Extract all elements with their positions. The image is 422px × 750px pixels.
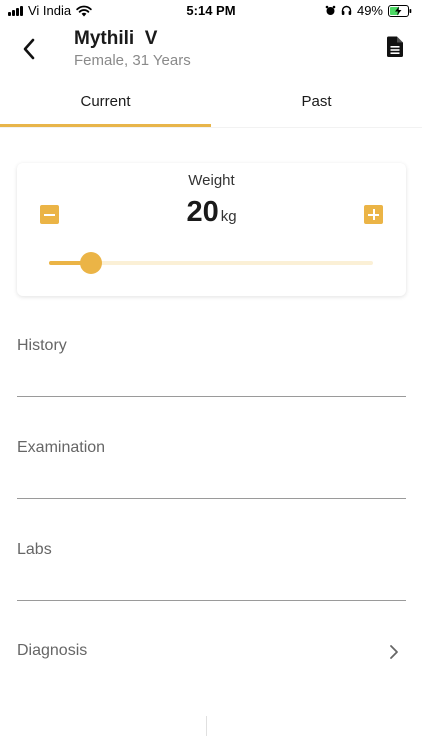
document-button[interactable] (386, 36, 408, 62)
weight-label: Weight (188, 172, 235, 189)
slider-thumb[interactable] (80, 252, 103, 274)
document-icon (387, 36, 403, 57)
tab-past[interactable]: Past (211, 86, 422, 126)
back-button[interactable] (14, 34, 44, 64)
tab-bar: Current Past (0, 86, 422, 128)
patient-details: Female, 31 Years (74, 52, 191, 69)
weight-value: 20 (186, 196, 219, 228)
labs-field[interactable]: Labs (17, 541, 406, 601)
history-field[interactable]: History (17, 337, 406, 397)
history-label: History (17, 337, 67, 354)
tab-current[interactable]: Current (0, 86, 211, 126)
patient-name: Mythili V (74, 28, 158, 49)
headphones-icon (341, 5, 352, 15)
labs-label: Labs (17, 541, 52, 558)
diagnosis-label: Diagnosis (17, 642, 88, 659)
weight-value-row: 20 kg (17, 196, 406, 229)
examination-field[interactable]: Examination (17, 439, 406, 499)
alarm-icon (325, 5, 336, 15)
battery-percent: 49% (356, 3, 383, 18)
examination-label: Examination (17, 439, 106, 456)
status-right: 49% (325, 3, 412, 18)
chevron-right-icon (390, 645, 398, 659)
bottom-divider (206, 716, 207, 736)
battery-charging-icon (388, 4, 412, 17)
diagnosis-row[interactable]: Diagnosis (17, 640, 406, 666)
weight-increment-button[interactable] (364, 205, 383, 224)
weight-unit: kg (220, 208, 237, 225)
chevron-left-icon (23, 38, 35, 60)
patient-header: Mythili V Female, 31 Years (0, 24, 422, 76)
weight-slider[interactable] (49, 252, 373, 274)
tab-selected-indicator (0, 124, 211, 127)
weight-card: Weight 20 kg (17, 163, 406, 296)
status-bar: Vi India 5:14 PM 49% (0, 0, 422, 22)
plus-icon (364, 205, 383, 224)
